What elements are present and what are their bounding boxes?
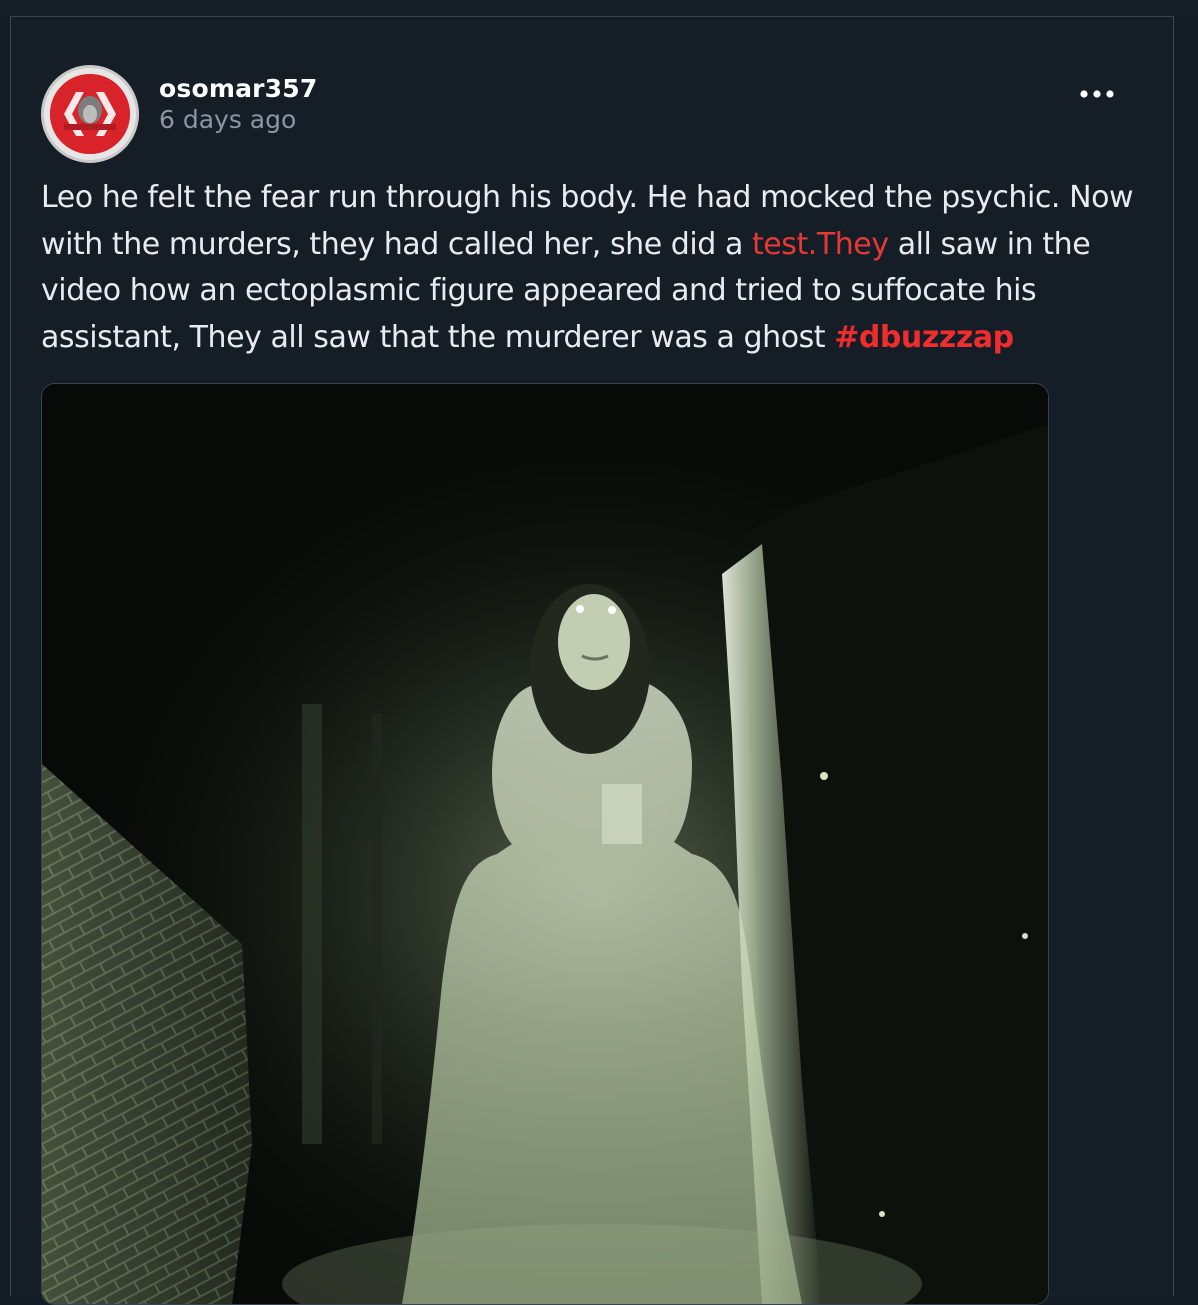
- post-image[interactable]: [41, 383, 1049, 1305]
- avatar[interactable]: [41, 65, 139, 163]
- post-time: 6 days ago: [159, 105, 297, 134]
- post-link[interactable]: test.They: [752, 227, 889, 262]
- more-options-button[interactable]: [1071, 79, 1123, 109]
- author-name[interactable]: osomar357: [159, 74, 317, 103]
- ellipsis-icon: [1080, 90, 1114, 98]
- ghost-woman-image: [42, 384, 1048, 1304]
- post-body: Leo he felt the fear run through his bod…: [41, 175, 1161, 361]
- avatar-logo: [50, 74, 130, 154]
- post-card: osomar357 6 days ago Leo he felt the fea…: [10, 16, 1174, 1305]
- top-divider: [0, 0, 1198, 16]
- hive-wolf-logo-icon: [50, 74, 130, 154]
- hashtag-link[interactable]: #dbuzzzap: [834, 320, 1014, 355]
